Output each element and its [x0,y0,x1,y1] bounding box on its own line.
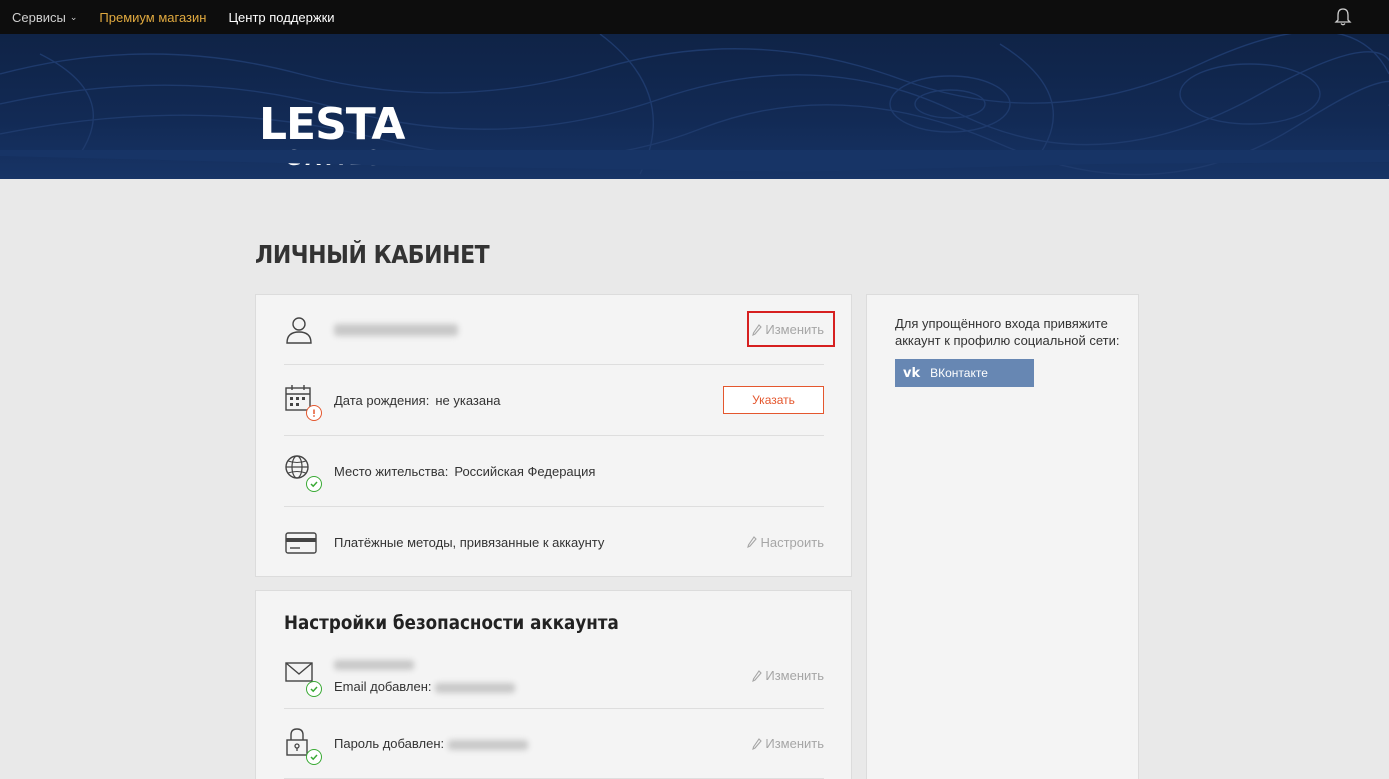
email-hidden [334,660,414,670]
banner-edge [0,150,1389,172]
profile-card: Изменить Дата рождения: не указана Указат… [255,294,852,577]
birthdate-text: Дата рождения: не указана [334,393,501,408]
nav-support-center[interactable]: Центр поддержки [228,10,334,25]
check-icon [306,680,322,697]
vk-icon: vk [903,365,921,381]
nav-premium-shop[interactable]: Премиум магазин [99,10,206,25]
warning-icon [306,405,322,421]
security-title: Настройки безопасности аккаунта [284,612,619,634]
birthdate-label: Дата рождения: [334,392,430,408]
lock-icon-wrap [284,727,322,765]
configure-payments-link[interactable]: Настроить [747,535,824,550]
email-label: Email добавлен: [334,679,432,694]
username-row: Изменить [284,295,824,365]
user-icon [286,316,312,344]
username-hidden [334,323,458,336]
residence-value: Российская Федерация [454,463,596,479]
mail-icon-wrap [284,659,322,697]
edit-email-link[interactable]: Изменить [752,668,824,683]
pencil-icon [752,669,763,682]
vkontakte-button[interactable]: vk ВКонтакте [895,359,1034,387]
password-info: Пароль добавлен: [334,736,528,751]
vkontakte-label: ВКонтакте [930,366,988,380]
residence-label: Место жительства: [334,463,449,479]
credit-card-icon [285,532,317,554]
payment-methods-row: Платёжные методы, привязанные к аккаунту… [284,507,824,577]
payment-methods-label: Платёжные методы, привязанные к аккаунту [334,534,605,550]
password-date-hidden [447,739,528,750]
email-row: Email добавлен: Изменить [284,643,824,709]
top-navigation: Сервисы ⌄ Премиум магазин Центр поддержк… [0,0,1389,34]
edit-password-label: Изменить [765,736,824,751]
mail-icon [285,661,313,682]
pencil-icon [752,737,763,750]
globe-icon-wrap [284,454,322,492]
logo-line1: LESTA [259,99,405,150]
pencil-icon [747,536,758,548]
social-login-card: Для упрощённого входа привяжите аккаунт … [866,294,1139,779]
nav-services-label: Сервисы [12,9,66,25]
nav-support-center-label: Центр поддержки [228,9,335,25]
birthdate-value: не указана [435,392,501,408]
edit-password-link[interactable]: Изменить [752,736,824,751]
page-title: ЛИЧНЫЙ КАБИНЕТ [255,240,490,269]
configure-payments-label: Настроить [760,534,824,550]
bell-icon[interactable] [1333,7,1353,27]
email-date-hidden [435,682,516,693]
social-login-text: Для упрощённого входа привяжите аккаунт … [895,316,1120,348]
email-info: Email добавлен: [334,657,516,694]
security-card: Настройки безопасности аккаунта Email до… [255,590,852,779]
birthdate-row: Дата рождения: не указана Указать [284,365,824,436]
residence-text: Место жительства: Российская Федерация [334,464,595,479]
specify-birthdate-button[interactable]: Указать [723,386,824,414]
edit-email-label: Изменить [765,668,824,683]
chevron-down-icon: ⌄ [69,11,78,22]
check-icon [306,476,322,492]
nav-premium-shop-label: Премиум магазин [99,9,207,25]
calendar-icon-wrap [284,383,322,421]
check-icon [306,748,322,765]
residence-row: Место жительства: Российская Федерация [284,436,824,507]
password-label: Пароль добавлен: [334,736,445,751]
password-row: Пароль добавлен: Изменить [284,709,824,779]
nav-services[interactable]: Сервисы ⌄ [12,10,77,25]
highlight-frame [747,311,835,347]
